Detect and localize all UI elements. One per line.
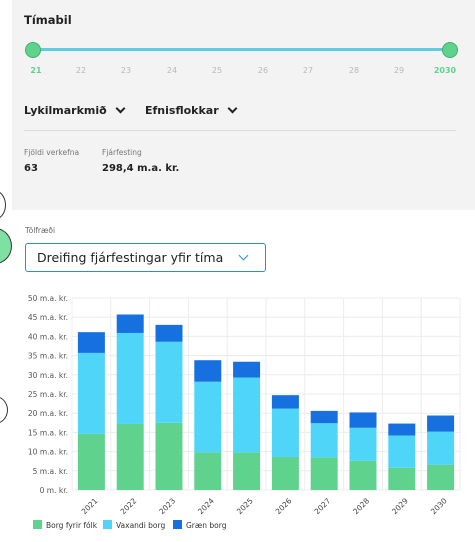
edge-circle-green [0, 228, 12, 264]
legend-label: Græn borg [186, 521, 227, 530]
x-tick-label: 2022 [118, 496, 138, 516]
bar-segment [155, 324, 183, 342]
filter-lykilmarkmid[interactable]: Lykilmarkmið [24, 103, 126, 117]
bar-segment [349, 460, 377, 490]
filter-panel: Tímabil 21 22 23 24 25 26 27 28 29 2030 … [12, 0, 475, 210]
bar-segment [427, 464, 455, 490]
filter-label: Efnisflokkar [145, 104, 219, 117]
chevron-down-icon [115, 103, 126, 114]
x-tick-label: 2028 [351, 496, 371, 516]
stat-value-projects: 63 [24, 163, 38, 174]
timeline-tick: 2030 [433, 66, 457, 75]
investment-chart: 0 m. kr. 5 m.a. kr. 10 m.a. kr. 15 m.a. kr.… [28, 294, 461, 530]
bar-segment [77, 352, 105, 434]
timeline-tick: 29 [393, 66, 405, 75]
timeline-track[interactable] [36, 48, 456, 51]
legend-label: Vaxandi borg [116, 521, 165, 530]
divider [24, 130, 456, 131]
timeline-tick: 28 [348, 66, 360, 75]
y-tick-label: 50 m.a. kr. [28, 294, 68, 303]
bar-segment [116, 332, 144, 424]
bar-segment [427, 415, 455, 432]
bar-segment [155, 341, 183, 423]
bar-segment [310, 457, 338, 490]
bar-segment [233, 361, 261, 378]
bar-segment [271, 456, 299, 490]
chart-type-select[interactable]: Dreifing fjárfestingar yfir tíma [25, 243, 266, 272]
bar-segment [388, 467, 416, 490]
y-tick-label: 20 m.a. kr. [28, 409, 68, 418]
bar-segment [233, 377, 261, 453]
panel-title: Tímabil [24, 13, 72, 27]
x-tick-label: 2024 [196, 496, 216, 516]
legend-swatch [33, 520, 42, 529]
edge-circle-top [0, 190, 6, 220]
bar-segment [388, 435, 416, 468]
bar-segment [77, 332, 105, 353]
filter-efnisflokkar[interactable]: Efnisflokkar [145, 103, 238, 117]
bar-segment [194, 381, 222, 453]
bar-segment [349, 427, 377, 461]
x-tick-label: 2026 [274, 496, 294, 516]
timeline-end-handle[interactable] [442, 42, 458, 58]
timeline-tick: 23 [120, 66, 132, 75]
stat-label-investment: Fjárfesting [102, 148, 142, 157]
bar-segment [155, 422, 183, 490]
stat-value-investment: 298,4 m.a. kr. [102, 163, 180, 174]
filter-label: Lykilmarkmið [24, 104, 107, 117]
timeline-tick: 22 [75, 66, 87, 75]
chevron-down-icon [238, 250, 249, 261]
timeline-tick: 24 [166, 66, 178, 75]
y-tick-label: 40 m.a. kr. [28, 332, 68, 341]
y-tick-label: 35 m.a. kr. [28, 352, 68, 361]
x-tick-label: 2029 [390, 496, 410, 516]
bar-segment [233, 452, 261, 490]
legend-swatch [103, 520, 112, 529]
bar-segment [116, 423, 144, 490]
bar-segment [388, 423, 416, 436]
timeline-tick: 27 [302, 66, 314, 75]
legend-label: Borg fyrir fólk [46, 521, 98, 530]
y-tick-label: 10 m.a. kr. [28, 448, 68, 457]
stat-label-projects: Fjöldi verkefna [24, 148, 80, 157]
bar-segment [194, 360, 222, 382]
bar-segment [116, 314, 144, 333]
bar-segment [271, 395, 299, 409]
chart-type-select-value: Dreifing fjárfestingar yfir tíma [37, 250, 224, 265]
bar-segment [310, 410, 338, 424]
y-tick-label: 0 m. kr. [40, 486, 68, 495]
bar-segment [349, 412, 377, 428]
legend-swatch [173, 520, 182, 529]
x-tick-label: 2027 [312, 496, 332, 516]
y-tick-label: 45 m.a. kr. [28, 313, 68, 322]
y-tick-label: 30 m.a. kr. [28, 371, 68, 380]
timeline-tick: 25 [211, 66, 223, 75]
x-tick-label: 2025 [235, 496, 255, 516]
bar-segment [310, 423, 338, 458]
timeline-tick: 21 [30, 66, 42, 75]
bar-segment [271, 408, 299, 457]
y-tick-label: 25 m.a. kr. [28, 390, 68, 399]
x-tick-label: 2021 [80, 496, 100, 516]
timeline-tick: 26 [257, 66, 269, 75]
bar-segment [427, 431, 455, 465]
bar-segment [77, 433, 105, 490]
x-tick-label: 2023 [157, 496, 177, 516]
timeline-start-handle[interactable] [25, 42, 41, 58]
y-tick-label: 15 m.a. kr. [28, 428, 68, 437]
y-tick-label: 5 m.a. kr. [33, 467, 68, 476]
statistics-label: Tölfræði [25, 226, 56, 235]
x-tick-label: 2030 [429, 496, 449, 516]
bar-segment [194, 452, 222, 490]
chevron-down-icon [227, 103, 238, 114]
